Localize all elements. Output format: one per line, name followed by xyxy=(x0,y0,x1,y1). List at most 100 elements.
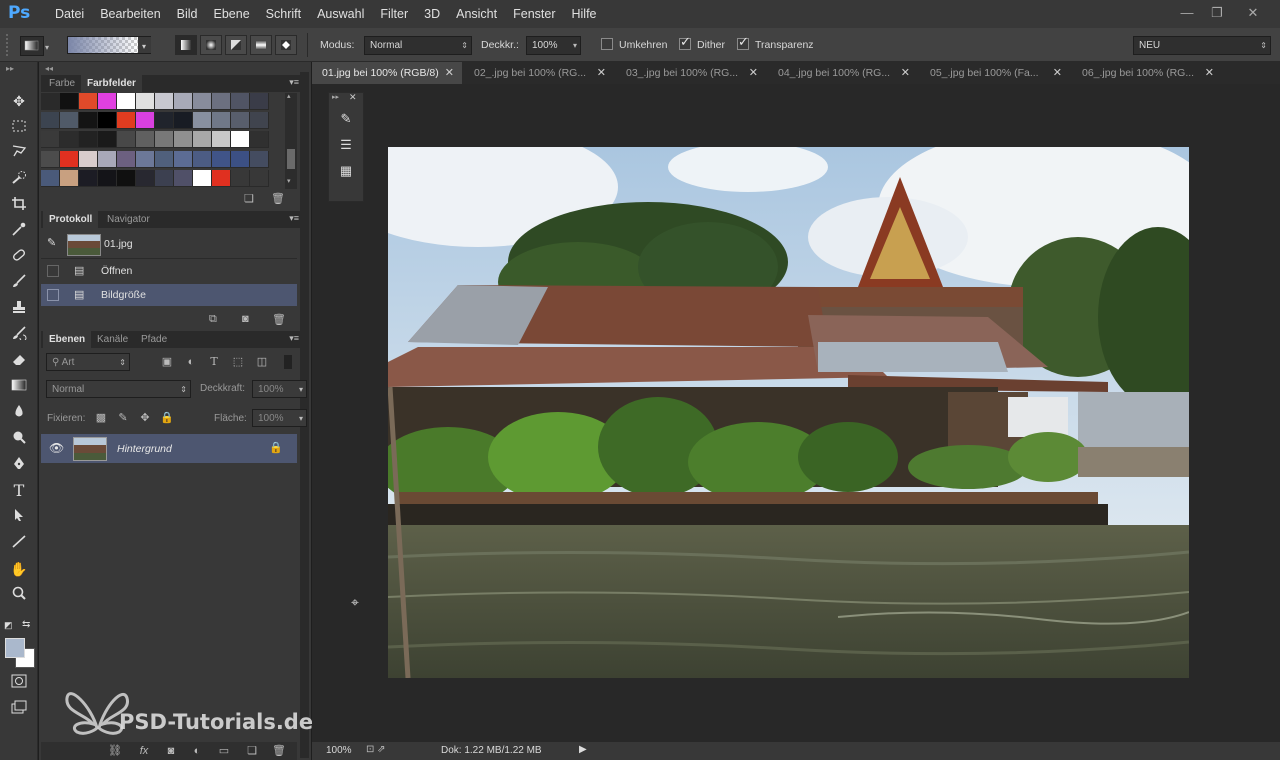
toolbar-collapse-icon[interactable]: ▸▸ xyxy=(6,64,14,73)
color-swatch[interactable] xyxy=(212,131,231,149)
menu-datei[interactable]: Datei xyxy=(47,0,92,28)
color-swatch[interactable] xyxy=(117,112,136,130)
adjustment-layer-icon[interactable]: ◐ xyxy=(189,744,205,758)
color-swatch[interactable] xyxy=(41,93,60,110)
color-swatch[interactable] xyxy=(212,93,231,110)
color-swatch[interactable] xyxy=(60,112,79,130)
color-swatch[interactable] xyxy=(250,169,269,187)
tool-presets-brush-icon[interactable]: ✎ xyxy=(333,111,359,133)
lock-pixels-brush-icon[interactable]: ✎ xyxy=(115,411,131,425)
color-swatch[interactable] xyxy=(155,169,174,187)
transparenz-checkbox-box[interactable] xyxy=(737,34,749,51)
color-swatch[interactable] xyxy=(41,112,60,130)
color-swatch[interactable] xyxy=(174,112,193,130)
quick-selection-tool-icon[interactable] xyxy=(6,168,32,190)
delete-layer-icon[interactable]: 🗑 xyxy=(271,744,287,758)
delete-swatch-icon[interactable]: 🗑 xyxy=(271,192,285,205)
color-swatch[interactable] xyxy=(60,93,79,110)
tab-protokoll[interactable]: Protokoll xyxy=(43,211,99,228)
panel-menu-icon[interactable]: ▾≡ xyxy=(289,333,299,344)
color-swatch[interactable] xyxy=(136,131,155,149)
color-swatch[interactable] xyxy=(174,169,193,187)
color-swatch[interactable] xyxy=(231,169,250,187)
workspace-select[interactable]: NEU ⇕ xyxy=(1133,36,1271,55)
tab-ebenen[interactable]: Ebenen xyxy=(43,331,92,348)
color-swatch[interactable] xyxy=(212,150,231,168)
color-swatch[interactable] xyxy=(193,93,212,110)
doc-tab-03[interactable]: 03_.jpg bei 100% (RG... ✕ xyxy=(616,62,766,84)
history-brush-tool-icon[interactable] xyxy=(6,324,32,346)
menu-filter[interactable]: Filter xyxy=(372,0,416,28)
float-close-icon[interactable]: ✕ xyxy=(349,92,357,103)
properties-icon[interactable]: ▦ xyxy=(333,163,359,185)
color-swatch[interactable] xyxy=(98,150,117,168)
filter-shape-icon[interactable]: ⬚ xyxy=(230,355,246,369)
path-selection-tool-icon[interactable] xyxy=(6,506,32,528)
dodge-tool-icon[interactable] xyxy=(6,428,32,450)
gradient-picker[interactable]: ▾ xyxy=(67,36,151,54)
menu-schrift[interactable]: Schrift xyxy=(258,0,309,28)
filter-type-icon[interactable]: T xyxy=(206,355,222,369)
close-tab-icon[interactable]: ✕ xyxy=(597,62,606,84)
quick-mask-icon[interactable] xyxy=(6,672,32,694)
angle-gradient-button[interactable] xyxy=(225,35,247,55)
marquee-tool-icon[interactable] xyxy=(6,116,32,138)
close-tab-icon[interactable]: ✕ xyxy=(749,62,758,84)
gradient-tool-preset-picker[interactable] xyxy=(20,36,44,56)
close-tab-icon[interactable]: ✕ xyxy=(1205,62,1214,84)
radial-gradient-button[interactable] xyxy=(200,35,222,55)
history-source-checkbox[interactable] xyxy=(47,289,59,301)
color-swatch[interactable] xyxy=(155,93,174,110)
default-colors-icon[interactable]: ◩ xyxy=(4,620,13,631)
transparenz-checkbox[interactable] xyxy=(737,34,749,51)
color-swatch[interactable] xyxy=(98,93,117,110)
color-swatch[interactable] xyxy=(117,131,136,149)
menu-3d[interactable]: 3D xyxy=(416,0,448,28)
color-swatch[interactable] xyxy=(136,93,155,110)
clone-stamp-tool-icon[interactable] xyxy=(6,298,32,320)
color-swatch[interactable] xyxy=(79,169,98,187)
crop-tool-icon[interactable] xyxy=(6,194,32,216)
color-swatch[interactable] xyxy=(98,131,117,149)
doc-tab-04[interactable]: 04_.jpg bei 100% (RG... ✕ xyxy=(768,62,918,84)
layer-filter-select[interactable]: ⚲ Art ⇕ xyxy=(46,353,130,371)
color-swatch[interactable] xyxy=(212,112,231,130)
umkehren-checkbox[interactable] xyxy=(601,38,613,51)
color-swatch[interactable] xyxy=(155,112,174,130)
status-menu-arrow-icon[interactable]: ▶ xyxy=(579,744,587,755)
history-snapshot-row[interactable]: ✎ 01.jpg xyxy=(41,230,297,259)
layer-opacity-input[interactable]: 100% ▾ xyxy=(252,380,307,398)
color-swatch[interactable] xyxy=(79,131,98,149)
filter-adjustment-icon[interactable]: ◐ xyxy=(183,355,199,369)
color-swatch[interactable] xyxy=(193,131,212,149)
blur-tool-icon[interactable] xyxy=(6,402,32,424)
scroll-down-arrow-icon[interactable]: ▾ xyxy=(287,177,291,185)
layer-blend-mode-select[interactable]: Normal ⇕ xyxy=(46,380,191,398)
doc-tab-02[interactable]: 02_.jpg bei 100% (RG... ✕ xyxy=(464,62,614,84)
color-swatch[interactable] xyxy=(41,150,60,168)
color-swatch[interactable] xyxy=(155,150,174,168)
color-swatch[interactable] xyxy=(174,150,193,168)
zoom-tool-icon[interactable] xyxy=(6,584,32,606)
screen-mode-icon[interactable] xyxy=(6,698,32,720)
swatch-scrollbar[interactable]: ▴ ▾ xyxy=(285,93,297,189)
doc-tab-06[interactable]: 06_.jpg bei 100% (RG... ✕ xyxy=(1072,62,1222,84)
tab-pfade[interactable]: Pfade xyxy=(135,331,173,348)
panel-menu-icon[interactable]: ▾≡ xyxy=(289,77,299,88)
gradient-tool-icon[interactable] xyxy=(6,376,32,398)
close-tab-icon[interactable]: ✕ xyxy=(901,62,910,84)
filter-pixel-icon[interactable]: ▣ xyxy=(159,355,175,369)
panel-menu-icon[interactable]: ▾≡ xyxy=(289,213,299,224)
new-group-icon[interactable]: ▭ xyxy=(216,744,232,758)
link-layers-icon[interactable]: ⛓ xyxy=(107,744,123,758)
lock-transparency-icon[interactable]: ▩ xyxy=(93,411,109,425)
color-swatch[interactable] xyxy=(98,169,117,187)
layer-style-fx-icon[interactable]: fx xyxy=(136,744,152,758)
fill-input[interactable]: 100% ▾ xyxy=(252,409,307,427)
menu-bild[interactable]: Bild xyxy=(169,0,206,28)
scroll-up-arrow-icon[interactable]: ▴ xyxy=(287,92,291,100)
color-swatch[interactable] xyxy=(231,150,250,168)
visibility-eye-icon[interactable]: 👁 xyxy=(49,441,64,455)
foreground-color-swatch[interactable] xyxy=(5,638,25,658)
history-item-bildgroesse[interactable]: ▤ Bildgröße xyxy=(41,284,297,306)
